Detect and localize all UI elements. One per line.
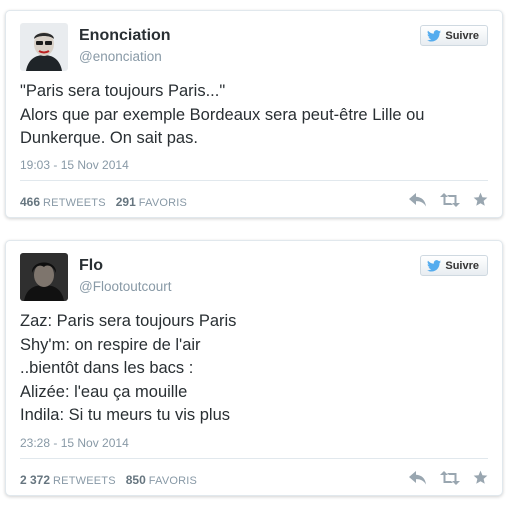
tweet-text: Zaz: Paris sera toujours Paris Shy'm: on… [20,310,488,428]
star-icon[interactable] [473,192,488,207]
tweet-text-line: Alors que par exemple Bordeaux sera peut… [20,105,425,124]
twitter-bird-icon [427,259,442,272]
follow-button[interactable]: Suivre [420,255,488,276]
tweet-text-line: Zaz: Paris sera toujours Paris [20,312,237,330]
favorite-count[interactable]: 291 [116,195,136,209]
tweet-text-line: Indila: Si tu meurs tu vis plus [20,406,231,424]
divider [20,180,488,181]
display-name[interactable]: Enonciation [79,27,171,45]
favorite-count[interactable]: 850 [126,473,146,487]
user-handle[interactable]: @enonciation [79,49,162,64]
retweet-count[interactable]: 466 [20,195,40,209]
tweet-actions [409,192,488,207]
tweet-card: Enonciation @enonciation Suivre "Paris s… [5,10,503,218]
retweet-count-label[interactable]: RETWEETS [43,197,106,209]
twitter-bird-icon [427,29,442,42]
follow-label: Suivre [445,29,479,42]
display-name[interactable]: Flo [79,257,103,275]
user-handle[interactable]: @Flootoutcourt [79,279,172,294]
tweet-text-line: Shy'm: on respire de l'air [20,335,201,354]
favorite-count-label[interactable]: FAVORIS [149,475,197,487]
favorite-count-label[interactable]: FAVORIS [139,197,187,209]
timestamp[interactable]: 23:28 - 15 Nov 2014 [20,436,129,450]
star-icon[interactable] [473,470,488,485]
avatar[interactable] [20,23,68,71]
retweet-count[interactable]: 2 372 [20,473,50,487]
follow-button[interactable]: Suivre [420,25,488,46]
retweet-count-label[interactable]: RETWEETS [53,475,116,487]
tweet-card: Flo @Flootoutcourt Suivre Zaz: Paris ser… [5,240,503,496]
divider [20,458,488,459]
retweet-icon[interactable] [440,470,460,485]
avatar[interactable] [20,253,68,301]
tweet-text-line: "Paris sera toujours Paris..." [20,82,226,100]
reply-icon[interactable] [409,192,427,207]
tweet-text-line: ..bientôt dans les bacs : [20,359,194,377]
tweet-text: "Paris sera toujours Paris..." Alors que… [20,80,488,151]
retweet-icon[interactable] [440,192,460,207]
tweet-stats: 466 RETWEETS 291 FAVORIS [20,195,197,209]
reply-icon[interactable] [409,470,427,485]
tweet-stats: 2 372 RETWEETS 850 FAVORIS [20,473,207,487]
tweet-text-line: Dunkerque. On sait pas. [20,129,198,147]
follow-label: Suivre [445,259,479,272]
tweet-text-line: Alizée: l'eau ça mouille [20,382,188,401]
timestamp[interactable]: 19:03 - 15 Nov 2014 [20,158,129,172]
tweet-actions [409,470,488,485]
